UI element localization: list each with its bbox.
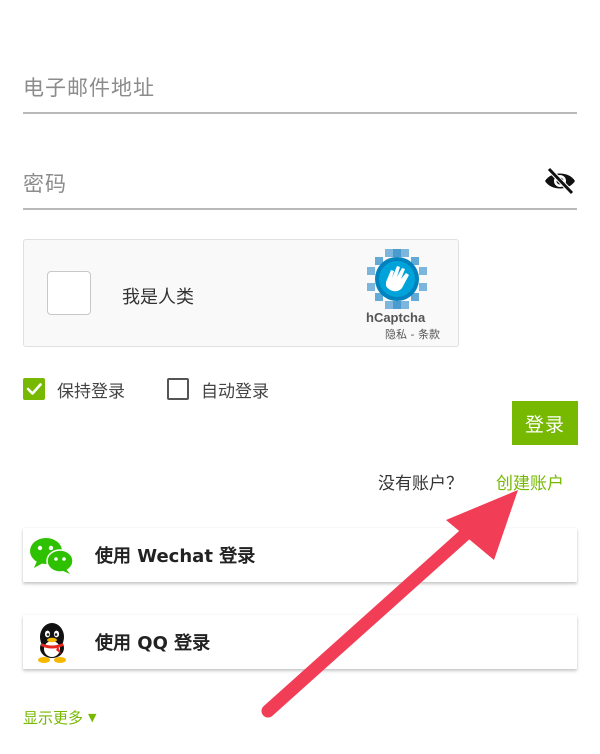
eye-slash-icon[interactable] [543, 166, 577, 196]
keep-login-option[interactable]: 保持登录 [23, 376, 125, 402]
hcaptcha-logo-icon [367, 249, 427, 309]
password-field[interactable]: 密码 [23, 158, 577, 210]
create-account-link[interactable]: 创建账户 [496, 469, 564, 494]
wechat-login-label: 使用 Wechat 登录 [95, 546, 256, 567]
no-account-text: 没有账户？ [378, 474, 463, 494]
password-placeholder: 密码 [23, 172, 67, 196]
auto-login-checkbox[interactable] [167, 378, 189, 400]
show-more-label: 显示更多 [23, 709, 84, 727]
qq-login-label: 使用 QQ 登录 [95, 633, 211, 654]
checkmark-icon [26, 383, 42, 395]
auto-login-option[interactable]: 自动登录 [167, 376, 269, 402]
wechat-icon [27, 533, 77, 577]
hcaptcha-brand: hCaptcha [366, 310, 426, 325]
captcha-label: 我是人类 [122, 287, 194, 308]
keep-login-label: 保持登录 [57, 381, 125, 402]
qq-login-button[interactable]: 使用 QQ 登录 [23, 615, 577, 669]
qq-icon [27, 620, 77, 664]
hcaptcha-widget: 我是人类 hCaptcha 隐私 - 条款 [23, 239, 459, 347]
chevron-down-icon: ▼ [88, 711, 97, 724]
bottom-links-cutoff [410, 744, 560, 754]
captcha-privacy-terms-links[interactable]: 隐私 - 条款 [385, 326, 440, 342]
captcha-checkbox[interactable] [47, 271, 91, 315]
keep-login-checkbox[interactable] [23, 378, 45, 400]
email-field[interactable]: 电子邮件地址 [23, 62, 577, 114]
email-placeholder: 电子邮件地址 [23, 76, 155, 100]
login-button[interactable]: 登录 [512, 401, 578, 445]
show-more-link[interactable]: 显示更多 ▼ [23, 707, 96, 728]
auto-login-label: 自动登录 [201, 381, 269, 402]
wechat-login-button[interactable]: 使用 Wechat 登录 [23, 528, 577, 582]
